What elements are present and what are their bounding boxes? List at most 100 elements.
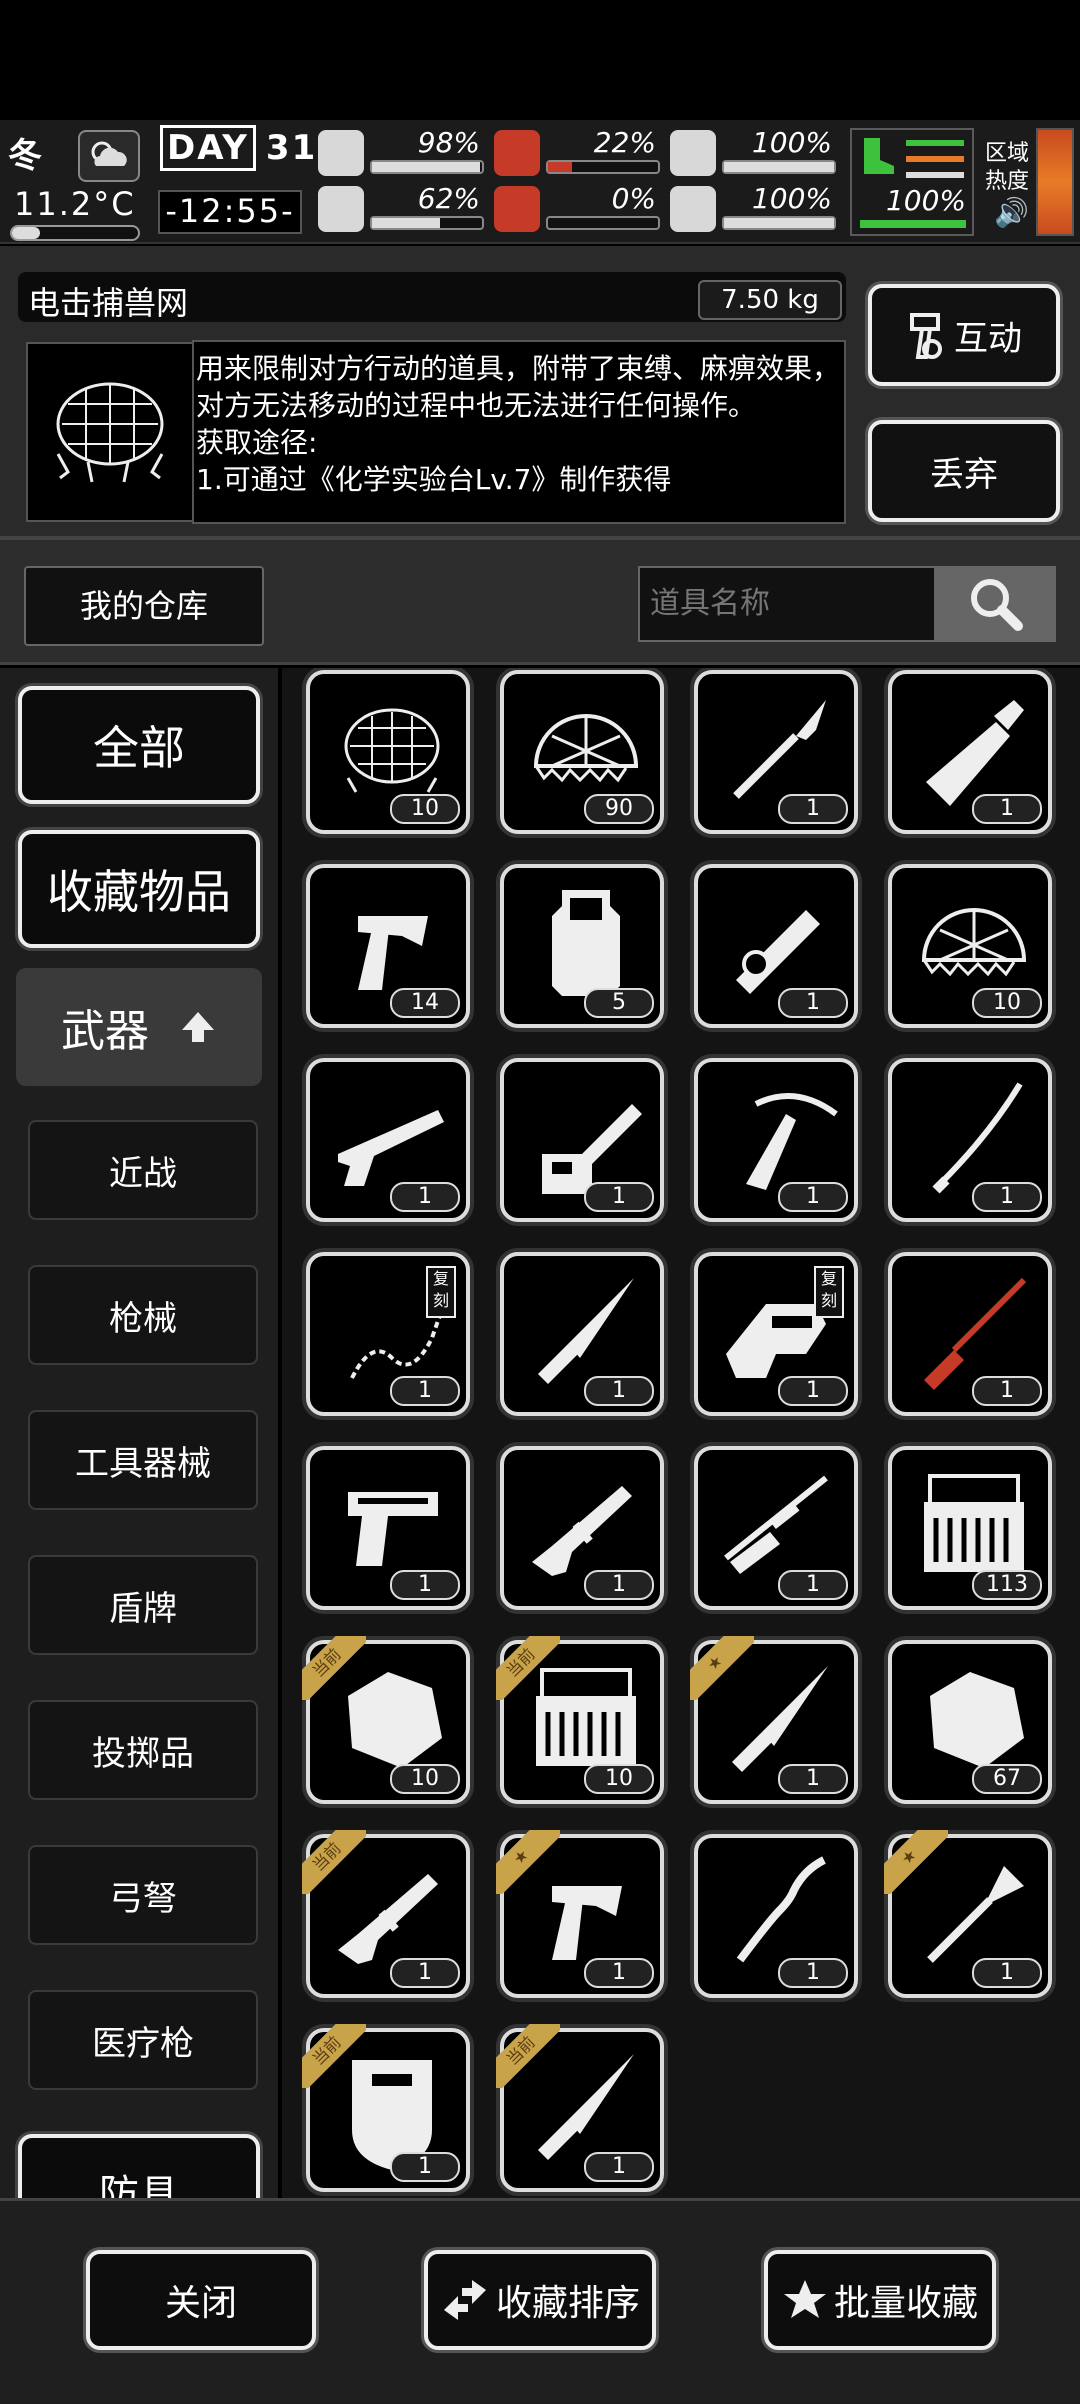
close-button[interactable]: 关闭 [86,2250,316,2350]
category-weapons[interactable]: 武器 [16,968,262,1086]
item-slot[interactable]: 1 [306,1446,470,1610]
item-slot[interactable]: 1 [694,864,858,1028]
brain-bar [370,216,484,230]
bleeding-value: 0% [611,182,656,215]
search-input[interactable] [638,566,936,642]
category-throwables[interactable]: 投掷品 [28,1700,258,1800]
item-grid[interactable]: 10 90 1 1 14 5 1 10 1 1 1 1 1 复刻 1 1 复刻 1 1 1 1 113 10 当前 10 当前 1 ★… [282,668,1080,2198]
equipped-tag: 当前 [302,1830,366,1894]
item-slot[interactable]: 1 [694,670,858,834]
replica-badge: 复刻 [426,1266,456,1318]
category-all[interactable]: 全部 [18,686,260,804]
blood-drop-icon [494,186,540,232]
category-sidebar[interactable]: 全部 收藏物品 武器 近战 枪械 工具器械 盾牌 投掷品 弓弩 医疗枪 防具 [0,668,278,2198]
stamina-value: 100% [885,184,966,217]
item-slot[interactable]: 1 [694,1834,858,1998]
brain-icon [318,186,364,232]
item-slot[interactable]: 113 [888,1446,1052,1610]
batch-label: 批量收藏 [833,2283,978,2324]
favorite-star-tag: ★ [884,1830,948,1894]
batch-favorite-button[interactable]: 批量收藏 [764,2250,996,2350]
boot-icon [864,138,894,174]
item-slot[interactable]: 1 当前 [302,2024,470,2192]
category-armor[interactable]: 防具 [18,2134,260,2198]
heart-icon [670,186,716,232]
item-count: 1 [778,1376,848,1406]
season-indicator: 冬 [8,136,42,176]
item-source-label: 获取途径: [196,426,318,459]
item-slot[interactable]: 1 ★ [884,1830,1052,1998]
item-slot[interactable]: 1 [694,1058,858,1222]
item-slot[interactable]: 5 [500,864,664,1028]
item-count: 1 [972,1958,1042,1988]
item-slot[interactable]: 1 [888,1058,1052,1222]
item-source-text: 1.可通过《化学实验台Lv.7》制作获得 [196,463,672,496]
warehouse-button[interactable]: 我的仓库 [24,566,264,646]
replica-badge: 复刻 [814,1266,844,1318]
category-shields[interactable]: 盾牌 [28,1555,258,1655]
item-count: 1 [972,794,1042,824]
category-tools[interactable]: 工具器械 [28,1410,258,1510]
item-slot[interactable]: 1 当前 [302,1830,470,1998]
item-slot[interactable]: 1 [500,1058,664,1222]
category-melee[interactable]: 近战 [28,1120,258,1220]
game-clock: -12:55- [158,190,302,234]
item-slot[interactable]: 1 复刻 [306,1252,470,1416]
item-count: 1 [972,1182,1042,1212]
item-count: 14 [390,988,460,1018]
category-guns[interactable]: 枪械 [28,1265,258,1365]
item-count: 10 [390,1764,460,1794]
item-count: 10 [390,794,460,824]
item-slot[interactable]: 10 当前 [302,1636,470,1804]
item-slot[interactable]: 67 [888,1640,1052,1804]
sort-label: 收藏排序 [495,2283,640,2324]
item-slot[interactable]: 1 [888,1252,1052,1416]
category-favorites[interactable]: 收藏物品 [18,830,260,948]
hunger-value: 22% [593,126,656,159]
item-count: 5 [584,988,654,1018]
search-button[interactable] [936,566,1056,642]
discard-button[interactable]: 丢弃 [868,420,1060,522]
item-count: 1 [778,794,848,824]
item-slot[interactable]: 1 [694,1446,858,1610]
category-bows[interactable]: 弓弩 [28,1845,258,1945]
electric-net-icon [56,382,164,483]
item-slot[interactable]: 10 当前 [496,1636,664,1804]
brain-value: 62% [417,182,480,215]
item-slot[interactable]: 10 [306,670,470,834]
item-count: 1 [390,1570,460,1600]
item-count: 90 [584,794,654,824]
item-slot[interactable]: 14 [306,864,470,1028]
interact-button[interactable]: 互动 [868,284,1060,386]
weather-icon [78,130,140,182]
close-label: 关闭 [164,2283,237,2324]
item-slot[interactable]: 1 [306,1058,470,1222]
sound-icon[interactable]: 🔊 [994,196,1029,229]
item-count: 1 [584,1570,654,1600]
item-slot[interactable]: 1 当前 [496,2024,664,2192]
health-value: 98% [417,126,480,159]
search-icon [971,579,1023,631]
favorite-star-tag: ★ [690,1636,754,1700]
item-count: 10 [584,1764,654,1794]
item-slot[interactable]: 90 [500,670,664,834]
item-description-box[interactable]: 用来限制对方行动的道具，附带了束缚、麻痹效果，对方无法移动的过程中也无法进行任何… [192,340,846,524]
item-count: 1 [584,2152,654,2182]
temperature: 11.2°C [14,185,136,223]
item-slot[interactable]: 1 [500,1252,664,1416]
item-count: 1 [778,1958,848,1988]
item-slot[interactable]: 1 [888,670,1052,834]
item-slot[interactable]: 1 ★ [496,1830,664,1998]
item-slot[interactable]: 1 [500,1446,664,1610]
item-count: 1 [390,2152,460,2182]
item-slot[interactable]: 1 ★ [690,1636,858,1804]
sort-favorites-button[interactable]: 收藏排序 [424,2250,656,2350]
item-slot[interactable]: 1 复刻 [694,1252,858,1416]
day-counter: DAY 316 [160,125,343,171]
item-count: 1 [778,1570,848,1600]
category-medical-guns[interactable]: 医疗枪 [28,1990,258,2090]
interact-label: 互动 [954,318,1022,359]
equipped-tag: 当前 [302,2024,366,2088]
item-thumbnail [26,342,194,522]
item-slot[interactable]: 10 [888,864,1052,1028]
